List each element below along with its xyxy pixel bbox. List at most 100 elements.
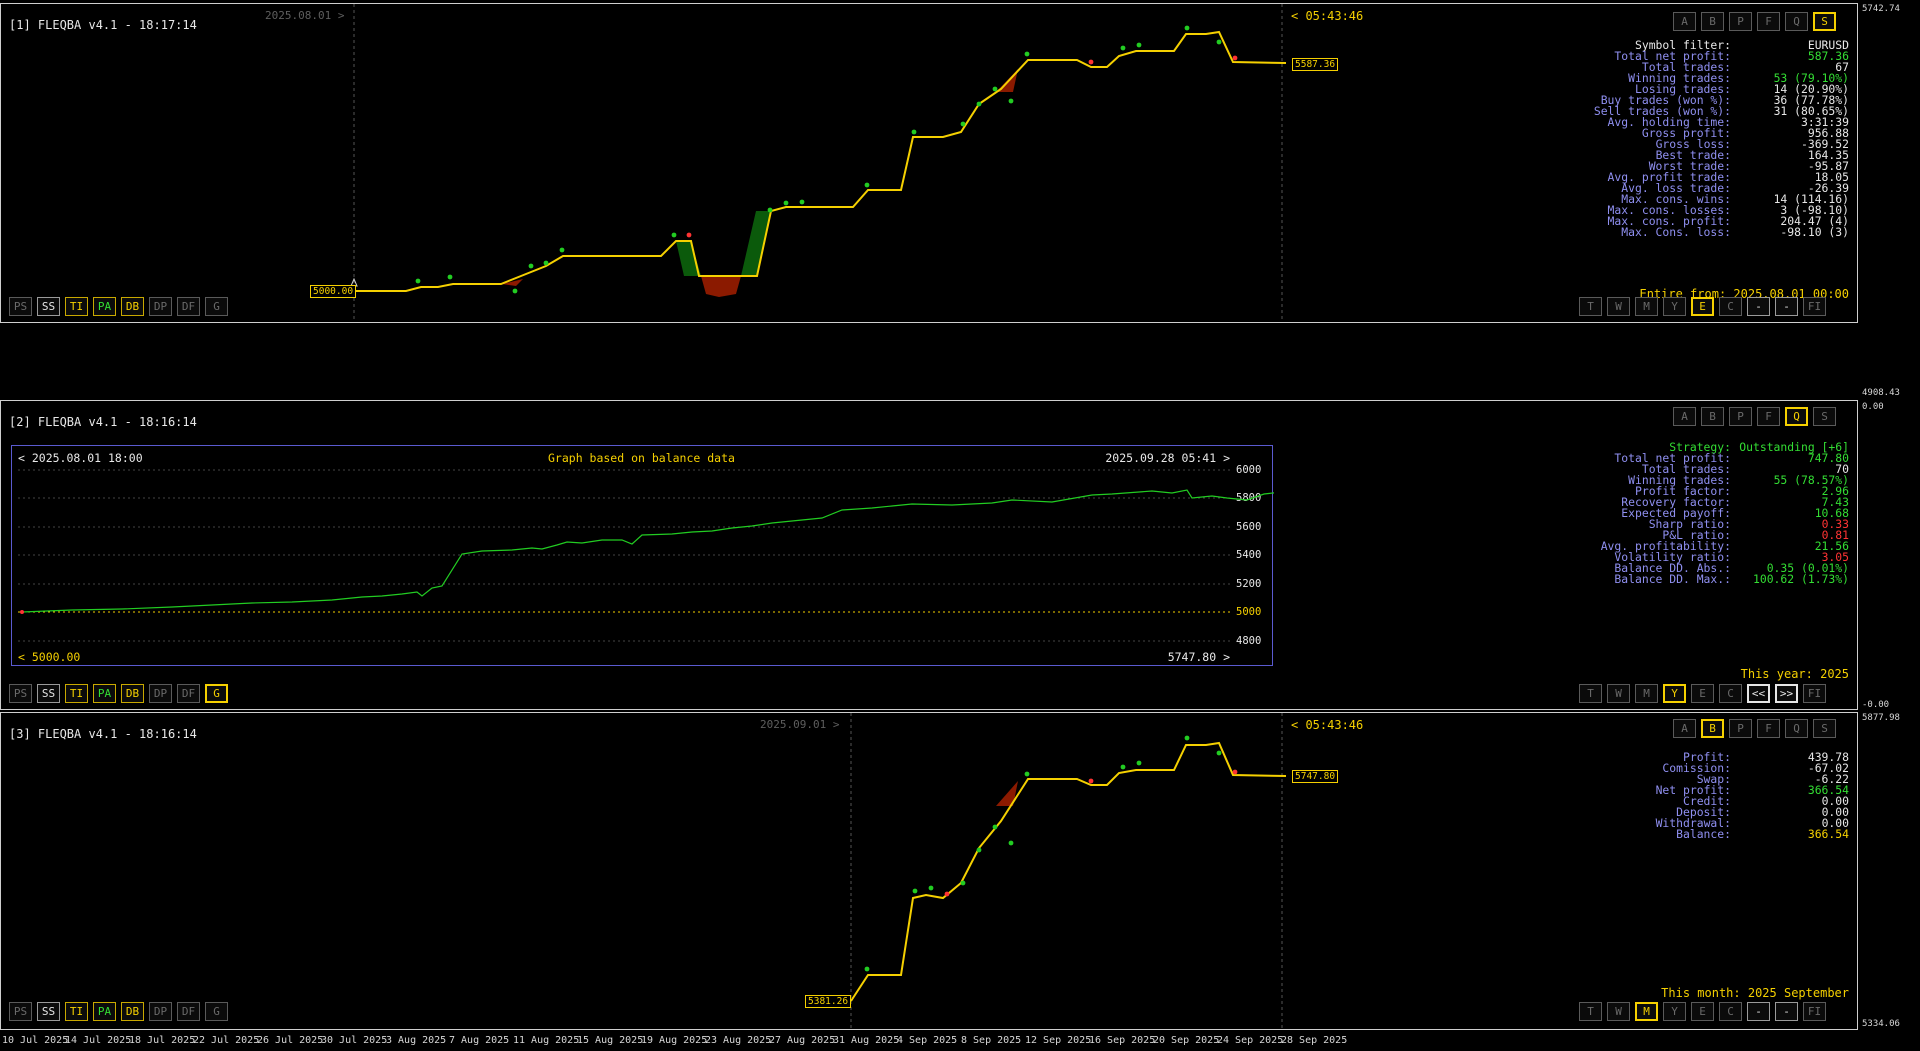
- stat-label: Balance DD. Max.:: [1614, 572, 1731, 586]
- mode-s-button[interactable]: S: [1813, 719, 1836, 738]
- axis-label: 0.00: [1862, 402, 1884, 412]
- db-button[interactable]: DB: [121, 1002, 144, 1021]
- period-t-button[interactable]: T: [1579, 684, 1602, 703]
- axis-label: 5877.98: [1862, 713, 1900, 723]
- g-button[interactable]: G: [205, 297, 228, 316]
- g-button[interactable]: G: [205, 1002, 228, 1021]
- period-e-button[interactable]: E: [1691, 297, 1714, 316]
- next-button[interactable]: -: [1775, 297, 1798, 316]
- period-w-button[interactable]: W: [1607, 1002, 1630, 1021]
- time-label: 8 Sep 2025: [961, 1035, 1022, 1046]
- mode-s-button[interactable]: S: [1813, 407, 1836, 426]
- fi-button[interactable]: FI: [1803, 684, 1826, 703]
- ss-button[interactable]: SS: [37, 684, 60, 703]
- time-label: 4 Sep 2025: [897, 1035, 958, 1046]
- axis-label: 5742.74: [1862, 4, 1900, 14]
- prev-button[interactable]: -: [1747, 297, 1770, 316]
- next-button[interactable]: -: [1775, 1002, 1798, 1021]
- mode-a-button[interactable]: A: [1673, 407, 1696, 426]
- stat-value: -98.10 (3): [1780, 225, 1849, 239]
- panel-title: [2] FLEQBA v4.1 - 18:16:14: [9, 415, 197, 429]
- chart-panel-2: [2] FLEQBA v4.1 - 18:16:14 < 2025.08.01 …: [0, 400, 1858, 710]
- mode-f-button[interactable]: F: [1757, 719, 1780, 738]
- ti-button[interactable]: TI: [65, 684, 88, 703]
- trade-markers: [415, 25, 1238, 294]
- period-t-button[interactable]: T: [1579, 1002, 1602, 1021]
- time-label: 28 Sep 2025: [1281, 1035, 1348, 1046]
- mode-q-button[interactable]: Q: [1785, 12, 1808, 31]
- pa-button[interactable]: PA: [93, 1002, 116, 1021]
- mode-f-button[interactable]: F: [1757, 12, 1780, 31]
- stats-table: Symbol filter: EURUSD Total net profit: 58…: [1594, 39, 1849, 239]
- runup-area: [741, 211, 771, 276]
- period-c-button[interactable]: C: [1719, 1002, 1742, 1021]
- ps-button[interactable]: PS: [9, 1002, 32, 1021]
- period-t-button[interactable]: T: [1579, 297, 1602, 316]
- db-button[interactable]: DB: [121, 297, 144, 316]
- period-m-button[interactable]: M: [1635, 684, 1658, 703]
- fi-button[interactable]: FI: [1803, 297, 1826, 316]
- period-w-button[interactable]: W: [1607, 684, 1630, 703]
- period-e-button[interactable]: E: [1691, 684, 1714, 703]
- pa-button[interactable]: PA: [93, 297, 116, 316]
- stat-row: Balance DD. Max.: 100.62 (1.73%): [1601, 572, 1849, 586]
- mode-f-button[interactable]: F: [1757, 407, 1780, 426]
- equity-line: [354, 30, 1287, 292]
- ps-button[interactable]: PS: [9, 297, 32, 316]
- start-point: [20, 610, 24, 614]
- g-button[interactable]: G: [205, 684, 228, 703]
- balance-graph: [18, 469, 1274, 642]
- period-c-button[interactable]: C: [1719, 297, 1742, 316]
- mode-b-button[interactable]: B: [1701, 719, 1724, 738]
- stat-value: 587.36: [1807, 49, 1849, 63]
- mode-p-button[interactable]: P: [1729, 407, 1752, 426]
- pa-button[interactable]: PA: [93, 684, 116, 703]
- fi-button[interactable]: FI: [1803, 1002, 1826, 1021]
- drawdown-area: [996, 781, 1018, 806]
- time-label: 3 Aug 2025: [386, 1035, 447, 1046]
- mode-p-button[interactable]: P: [1729, 12, 1752, 31]
- period-w-button[interactable]: W: [1607, 297, 1630, 316]
- period-c-button[interactable]: C: [1719, 684, 1742, 703]
- ps-button[interactable]: PS: [9, 684, 32, 703]
- df-button[interactable]: DF: [177, 297, 200, 316]
- time-label: 20 Sep 2025: [1153, 1035, 1220, 1046]
- ss-button[interactable]: SS: [37, 297, 60, 316]
- time-label: 14 Jul 2025: [65, 1035, 132, 1046]
- dp-button[interactable]: DP: [149, 1002, 172, 1021]
- mode-b-button[interactable]: B: [1701, 12, 1724, 31]
- ss-button[interactable]: SS: [37, 1002, 60, 1021]
- grid-lines: [18, 469, 1230, 642]
- mode-p-button[interactable]: P: [1729, 719, 1752, 738]
- time-label: 19 Aug 2025: [641, 1035, 708, 1046]
- period-e-button[interactable]: E: [1691, 1002, 1714, 1021]
- dp-button[interactable]: DP: [149, 684, 172, 703]
- ti-button[interactable]: TI: [65, 1002, 88, 1021]
- mode-q-button[interactable]: Q: [1785, 407, 1808, 426]
- mode-a-button[interactable]: A: [1673, 12, 1696, 31]
- stats-table: Strategy: Outstanding [+6] Total net prof…: [1601, 441, 1849, 586]
- prev-button[interactable]: -: [1747, 1002, 1770, 1021]
- mode-a-button[interactable]: A: [1673, 719, 1696, 738]
- mode-b-button[interactable]: B: [1701, 407, 1724, 426]
- db-button[interactable]: DB: [121, 684, 144, 703]
- period-y-button[interactable]: Y: [1663, 1002, 1686, 1021]
- mode-s-button[interactable]: S: [1813, 12, 1836, 31]
- dp-button[interactable]: DP: [149, 297, 172, 316]
- top-mode-buttons: A B P F Q S: [1673, 719, 1836, 738]
- stat-value: 747.80: [1807, 451, 1849, 465]
- df-button[interactable]: DF: [177, 684, 200, 703]
- drawdown-area: [701, 276, 741, 297]
- top-mode-buttons: A B P F Q S: [1673, 12, 1836, 31]
- df-button[interactable]: DF: [177, 1002, 200, 1021]
- period-y-button[interactable]: Y: [1663, 684, 1686, 703]
- next-period-button[interactable]: >>: [1775, 684, 1798, 703]
- mode-q-button[interactable]: Q: [1785, 719, 1808, 738]
- time-label: 7 Aug 2025: [449, 1035, 510, 1046]
- ti-button[interactable]: TI: [65, 297, 88, 316]
- prev-period-button[interactable]: <<: [1747, 684, 1770, 703]
- period-buttons: T W M Y E C - - FI: [1579, 1002, 1826, 1021]
- period-y-button[interactable]: Y: [1663, 297, 1686, 316]
- period-m-button[interactable]: M: [1635, 1002, 1658, 1021]
- period-m-button[interactable]: M: [1635, 297, 1658, 316]
